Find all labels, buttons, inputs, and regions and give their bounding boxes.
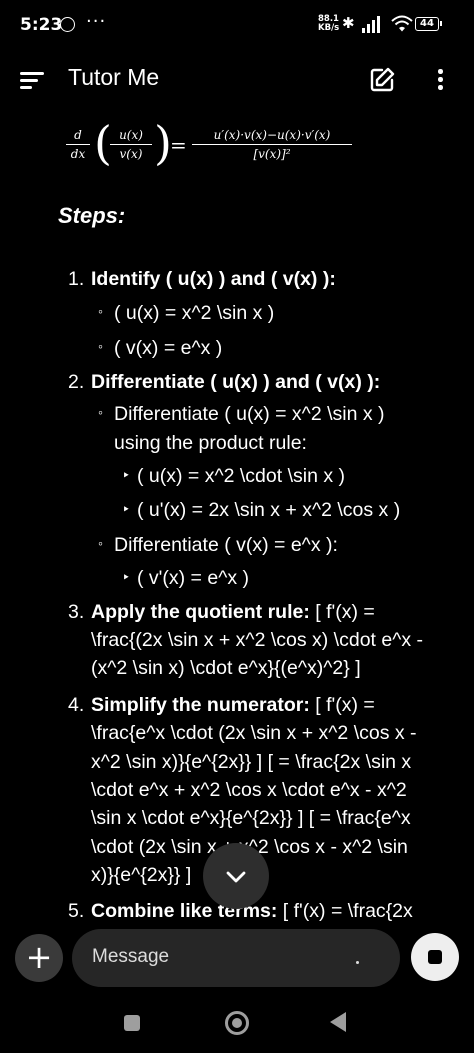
whatsapp-icon xyxy=(60,17,75,32)
step-text: \cdot e^x + x^2 \cos x \cdot e^x - x^2 xyxy=(91,779,407,801)
network-speed: 88.1 KB/s xyxy=(318,15,339,33)
step-number: 2. xyxy=(68,371,85,393)
stop-button[interactable] xyxy=(411,933,459,981)
recents-icon[interactable] xyxy=(124,1015,140,1031)
sub-sub-step: ( u(x) = x^2 \cdot \sin x ) xyxy=(137,465,345,487)
hollow-bullet-icon: ◦ xyxy=(98,404,103,420)
cursor-dot xyxy=(356,961,359,964)
quotient-rule-formula: d dx ( u(x) v(x) ) = u′(x)·v(x)−u(x)·v′(x)… xyxy=(66,116,366,172)
stop-icon xyxy=(428,950,442,964)
wifi-icon xyxy=(391,15,413,32)
triangle-bullet-icon: ‣ xyxy=(122,569,131,585)
step-text: Simplify the numerator: [ f'(x) = xyxy=(91,694,375,716)
plus-icon: + xyxy=(25,938,53,976)
edit-icon[interactable] xyxy=(368,66,396,94)
system-nav-bar xyxy=(0,996,474,1053)
back-icon[interactable] xyxy=(330,1012,346,1032)
more-notifications-icon: ··· xyxy=(86,11,107,32)
step-text: \frac{e^x \cdot (2x \sin x + x^2 \cos x … xyxy=(91,722,417,744)
add-attachment-button[interactable]: + xyxy=(15,934,63,982)
formula-equals: = xyxy=(170,133,187,157)
sub-step: ( u(x) = x^2 \sin x ) xyxy=(114,302,275,324)
hollow-bullet-icon: ◦ xyxy=(98,535,103,551)
steps-heading: Steps: xyxy=(58,203,126,228)
app-bar: Tutor Me xyxy=(0,52,474,108)
step-text: (x^2 \sin x) \cdot e^x}{(e^x)^2} ] xyxy=(91,657,361,679)
more-options-icon[interactable] xyxy=(430,66,450,94)
signal-icon xyxy=(362,15,384,33)
sub-step: Differentiate ( v(x) = e^x ): xyxy=(114,534,338,556)
step-text: \sin x \cdot e^x}{e^{2x}} ] [ = \frac{e^… xyxy=(91,807,411,829)
formula-rhs-fraction: u′(x)·v(x)−u(x)·v′(x) [v(x)]² xyxy=(192,128,352,161)
sub-step: Differentiate ( u(x) = x^2 \sin x ) xyxy=(114,403,385,425)
derivative-operator: d dx xyxy=(66,128,90,161)
triangle-bullet-icon: ‣ xyxy=(122,501,131,517)
app-title: Tutor Me xyxy=(68,64,160,90)
step-title: Differentiate ( u(x) ) and ( v(x) ): xyxy=(91,371,381,393)
message-placeholder: Message xyxy=(92,946,170,967)
hollow-bullet-icon: ◦ xyxy=(98,338,103,354)
message-input[interactable]: Message xyxy=(72,929,400,987)
scroll-down-button[interactable] xyxy=(203,843,269,909)
step-number: 5. xyxy=(68,900,85,922)
formula-inner-fraction: u(x) v(x) xyxy=(110,128,152,161)
step-number: 4. xyxy=(68,694,85,716)
status-time: 5:23 xyxy=(20,15,63,35)
chevron-down-icon xyxy=(226,871,246,883)
status-bar: 5:23 ··· 88.1 KB/s ✱ 44 xyxy=(0,0,474,52)
sub-step: ( v(x) = e^x ) xyxy=(114,337,223,359)
sub-step-continued: using the product rule: xyxy=(114,432,307,454)
battery-icon: 44 xyxy=(415,17,442,31)
hollow-bullet-icon: ◦ xyxy=(98,303,103,319)
step-text: Apply the quotient rule: [ f'(x) = xyxy=(91,601,375,623)
home-icon[interactable] xyxy=(225,1011,249,1035)
sub-sub-step: ( v'(x) = e^x ) xyxy=(137,567,250,589)
step-number: 1. xyxy=(68,268,85,290)
network-speed-unit: KB/s xyxy=(318,23,340,33)
menu-icon[interactable] xyxy=(20,70,46,90)
bluetooth-icon: ✱ xyxy=(342,14,355,32)
sub-sub-step: ( u'(x) = 2x \sin x + x^2 \cos x ) xyxy=(137,499,401,521)
step-text: x^2 \sin x)}{e^{2x}} ] [ = \frac{2x \sin… xyxy=(91,751,412,773)
step-text: \frac{(2x \sin x + x^2 \cos x) \cdot e^x… xyxy=(91,629,424,651)
step-text: x)}{e^{2x}} ] xyxy=(91,864,192,886)
step-title: Identify ( u(x) ) and ( v(x) ): xyxy=(91,268,336,290)
step-number: 3. xyxy=(68,601,85,623)
triangle-bullet-icon: ‣ xyxy=(122,467,131,483)
